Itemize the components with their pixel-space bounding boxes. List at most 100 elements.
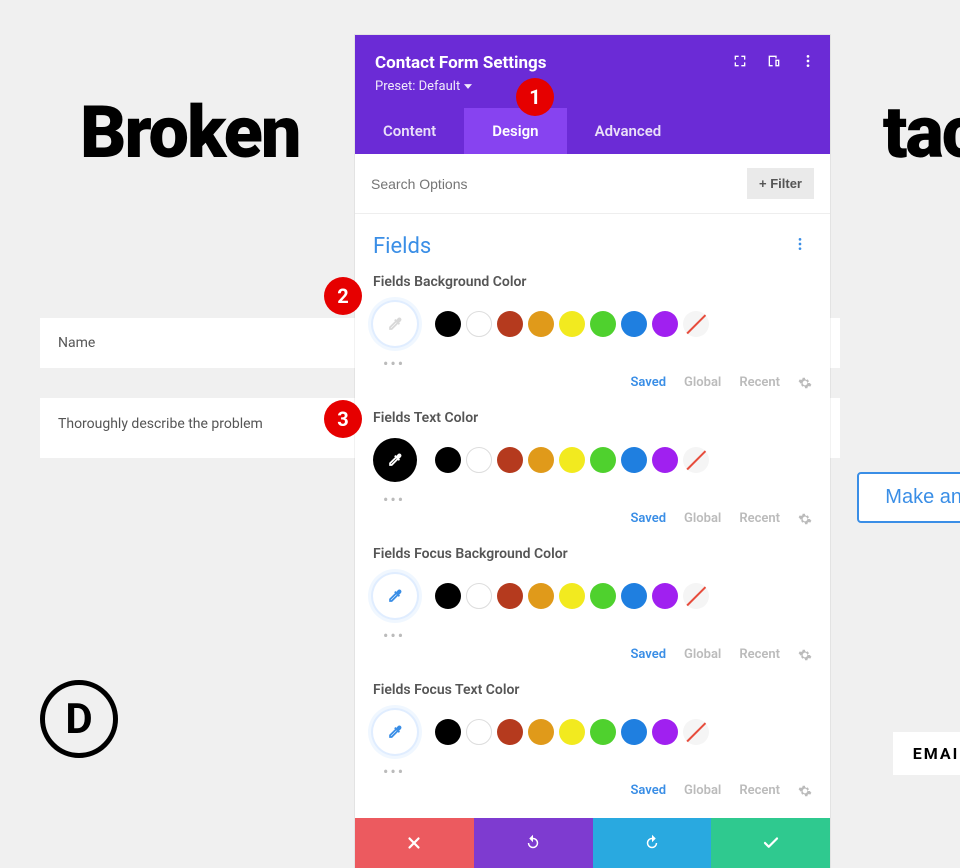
settings-panel: Contact Form Settings Preset: Default Co… — [355, 35, 830, 868]
tab-global[interactable]: Global — [684, 647, 721, 662]
palette-tabs: Saved Global Recent — [373, 647, 812, 662]
swatch-row — [373, 302, 812, 346]
tab-saved[interactable]: Saved — [630, 647, 666, 662]
color-swatch[interactable] — [435, 583, 461, 609]
color-swatch[interactable] — [466, 719, 492, 745]
color-picker-button[interactable] — [373, 710, 417, 754]
more-options-icon[interactable]: ••• — [383, 354, 812, 373]
palette-tabs: Saved Global Recent — [373, 375, 812, 390]
palette-tabs: Saved Global Recent — [373, 783, 812, 798]
preset-selector[interactable]: Preset: Default — [375, 79, 810, 94]
color-picker-button[interactable] — [373, 574, 417, 618]
check-icon — [762, 834, 780, 852]
chevron-down-icon — [464, 84, 472, 89]
redo-button[interactable] — [593, 818, 712, 868]
tab-global[interactable]: Global — [684, 375, 721, 390]
color-swatch[interactable] — [497, 719, 523, 745]
palette-tabs: Saved Global Recent — [373, 511, 812, 526]
no-color-swatch[interactable] — [683, 583, 709, 609]
color-picker-button[interactable] — [373, 302, 417, 346]
section-title: Fields — [373, 234, 431, 259]
more-icon[interactable] — [800, 53, 816, 69]
tab-global[interactable]: Global — [684, 783, 721, 798]
gear-icon[interactable] — [798, 648, 812, 662]
filter-button[interactable]: + Filter — [747, 168, 814, 199]
more-options-icon[interactable]: ••• — [383, 762, 812, 781]
description-field-placeholder: Thoroughly describe the problem — [58, 416, 263, 432]
callout-1: 1 — [516, 78, 554, 116]
email-card-label: EMAIL — [893, 732, 960, 775]
tab-global[interactable]: Global — [684, 511, 721, 526]
fields-section: Fields Fields Background Color•••SavedGl… — [355, 214, 830, 798]
no-color-swatch[interactable] — [683, 719, 709, 745]
more-options-icon[interactable]: ••• — [383, 490, 812, 509]
color-swatch[interactable] — [466, 583, 492, 609]
tab-recent[interactable]: Recent — [739, 783, 780, 798]
no-color-swatch[interactable] — [683, 311, 709, 337]
color-swatch[interactable] — [528, 719, 554, 745]
more-options-icon[interactable]: ••• — [383, 626, 812, 645]
search-row: + Filter — [355, 154, 830, 214]
tab-saved[interactable]: Saved — [630, 783, 666, 798]
hero-word-right: tact — [883, 90, 960, 175]
search-input[interactable] — [371, 176, 737, 192]
color-swatch[interactable] — [466, 311, 492, 337]
tab-design[interactable]: Design — [464, 108, 566, 154]
color-swatch[interactable] — [590, 583, 616, 609]
color-swatch[interactable] — [497, 583, 523, 609]
color-swatch[interactable] — [497, 447, 523, 473]
expand-icon[interactable] — [732, 53, 748, 69]
tab-recent[interactable]: Recent — [739, 375, 780, 390]
callout-3: 3 — [324, 400, 362, 438]
option-label: Fields Focus Text Color — [373, 682, 812, 698]
color-swatch[interactable] — [621, 719, 647, 745]
color-swatch[interactable] — [590, 447, 616, 473]
color-swatch[interactable] — [559, 719, 585, 745]
tab-bar: Content Design Advanced — [355, 108, 830, 154]
color-swatch[interactable] — [621, 447, 647, 473]
color-swatch[interactable] — [559, 583, 585, 609]
color-swatch[interactable] — [559, 311, 585, 337]
responsive-icon[interactable] — [766, 53, 782, 69]
divi-badge-letter: D — [65, 695, 92, 744]
tab-saved[interactable]: Saved — [630, 511, 666, 526]
color-swatch[interactable] — [497, 311, 523, 337]
color-swatch[interactable] — [652, 583, 678, 609]
tab-recent[interactable]: Recent — [739, 511, 780, 526]
make-appointment-button[interactable]: Make an — [857, 472, 960, 523]
color-swatch[interactable] — [435, 311, 461, 337]
color-swatch[interactable] — [590, 719, 616, 745]
gear-icon[interactable] — [798, 376, 812, 390]
undo-button[interactable] — [474, 818, 593, 868]
gear-icon[interactable] — [798, 784, 812, 798]
color-swatch[interactable] — [559, 447, 585, 473]
color-swatch[interactable] — [621, 583, 647, 609]
color-picker-button[interactable] — [373, 438, 417, 482]
color-swatch[interactable] — [652, 311, 678, 337]
color-swatch[interactable] — [652, 719, 678, 745]
tab-content[interactable]: Content — [355, 108, 464, 154]
swatch-row — [373, 710, 812, 754]
color-swatch[interactable] — [528, 583, 554, 609]
section-menu-icon[interactable] — [788, 232, 812, 260]
save-button[interactable] — [711, 818, 830, 868]
no-color-swatch[interactable] — [683, 447, 709, 473]
option-label: Fields Text Color — [373, 410, 812, 426]
color-swatch[interactable] — [590, 311, 616, 337]
color-swatch[interactable] — [435, 447, 461, 473]
color-swatch[interactable] — [528, 311, 554, 337]
swatch-row — [373, 438, 812, 482]
color-swatch[interactable] — [435, 719, 461, 745]
tab-recent[interactable]: Recent — [739, 647, 780, 662]
tab-advanced[interactable]: Advanced — [567, 108, 690, 154]
color-swatch[interactable] — [652, 447, 678, 473]
tab-saved[interactable]: Saved — [630, 375, 666, 390]
color-swatch[interactable] — [466, 447, 492, 473]
name-field-placeholder: Name — [58, 335, 95, 351]
color-swatch[interactable] — [621, 311, 647, 337]
preset-label: Preset: Default — [375, 79, 460, 94]
color-swatch[interactable] — [528, 447, 554, 473]
gear-icon[interactable] — [798, 512, 812, 526]
cancel-button[interactable] — [355, 818, 474, 868]
divi-badge[interactable]: D — [40, 680, 118, 758]
